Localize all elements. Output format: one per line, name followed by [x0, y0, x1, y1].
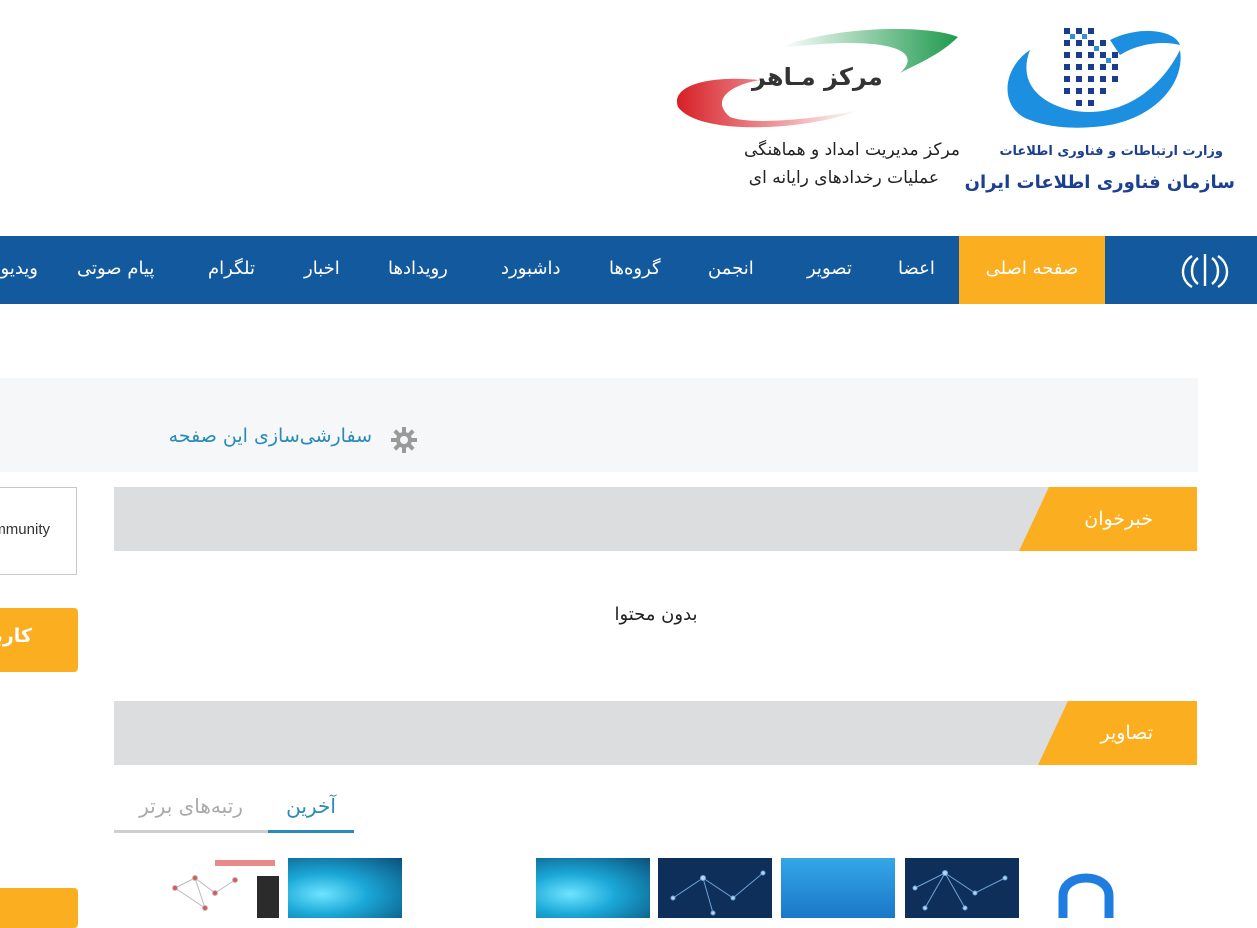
image-thumbnail[interactable]	[1055, 858, 1117, 918]
community-text: Community	[0, 521, 50, 538]
image-thumbnail[interactable]	[658, 858, 772, 918]
nav-item-news[interactable]: اخبار	[304, 236, 340, 304]
news-section-header: خبرخوان	[114, 487, 1197, 551]
image-thumbnail[interactable]	[165, 858, 279, 918]
users-button-label: کاربران	[0, 625, 32, 647]
org-logo[interactable]: وزارت ارتباطات و فناوری اطلاعات سازمان ف…	[960, 20, 1245, 205]
ministry-name: وزارت ارتباطات و فناوری اطلاعات	[999, 144, 1223, 159]
iran-emblem-icon[interactable]	[1178, 250, 1232, 290]
nav-item-events[interactable]: رویدادها	[388, 236, 448, 304]
nav-item-dashboard[interactable]: داشبورد	[501, 236, 561, 304]
nav-item-forum[interactable]: انجمن	[708, 236, 754, 304]
nav-item-members[interactable]: اعضا	[898, 236, 935, 304]
image-thumbnail[interactable]	[781, 858, 895, 918]
tab-top-rated[interactable]: رتبه‌های برتر	[114, 786, 268, 833]
center-title-line2: عملیات رخدادهای رایانه ای	[748, 168, 939, 188]
org-name: سازمان فناوری اطلاعات ایران	[964, 172, 1235, 193]
images-section-title: تصاویر	[1038, 701, 1197, 765]
gear-icon[interactable]	[390, 426, 418, 454]
tab-latest[interactable]: آخرین	[268, 786, 354, 833]
nav-item-home[interactable]: صفحه اصلی	[959, 236, 1105, 304]
nav-item-video[interactable]: ویدیو	[1, 236, 38, 304]
customize-page-link[interactable]: سفارشی‌سازی این صفحه	[169, 425, 372, 447]
center-title-line1: مرکز مدیریت امداد و هماهنگی	[743, 140, 960, 160]
nav-item-groups[interactable]: گروه‌ها	[609, 236, 661, 304]
users-button[interactable]: کاربران	[0, 608, 78, 672]
sidebar-lower-button[interactable]	[0, 888, 78, 928]
image-thumbnail[interactable]	[536, 858, 650, 918]
maher-logo-text: مرکز مـاهر	[752, 63, 883, 91]
news-section-title: خبرخوان	[1019, 487, 1197, 551]
image-thumbnail[interactable]	[905, 858, 1019, 918]
images-section-header: تصاویر	[114, 701, 1197, 765]
nav-item-voice-message[interactable]: پیام صوتی	[77, 236, 154, 304]
nav-item-telegram[interactable]: تلگرام	[208, 236, 255, 304]
org-logo-icon	[1007, 28, 1181, 128]
main-navbar: صفحه اصلی اعضا تصویر انجمن گروه‌ها داشبو…	[0, 236, 1257, 304]
community-box[interactable]: Community	[0, 487, 77, 575]
maher-logo[interactable]: مرکز مـاهر مرکز مدیریت امداد و هماهنگی ع…	[670, 25, 965, 195]
nav-item-image[interactable]: تصویر	[807, 236, 852, 304]
news-empty-text: بدون محتوا	[614, 604, 698, 625]
images-tabs: آخرین رتبه‌های برتر	[114, 786, 354, 833]
image-thumbnail[interactable]	[288, 858, 402, 918]
